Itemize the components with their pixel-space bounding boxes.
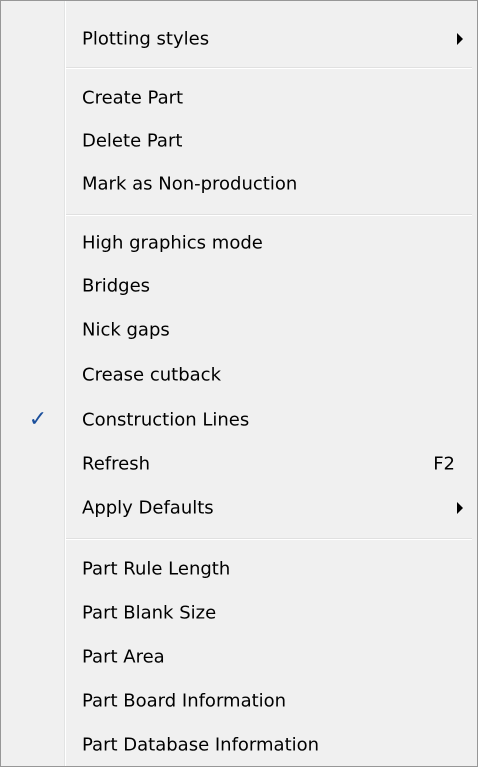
- menu-item-label: Create Part: [82, 87, 184, 109]
- menu-item-label: Part Blank Size: [82, 602, 217, 624]
- menu-item-label: Apply Defaults: [82, 497, 214, 519]
- menu-separator: [66, 67, 472, 69]
- menu-item-label: High graphics mode: [82, 232, 263, 254]
- menu-item-refresh[interactable]: Refresh F2: [3, 444, 475, 484]
- menu-item-part-database-information[interactable]: Part Database Information: [3, 725, 475, 765]
- menu-item-label: Part Database Information: [82, 734, 320, 756]
- submenu-arrow-icon: [457, 502, 463, 514]
- menu-item-plotting-styles[interactable]: Plotting styles: [3, 19, 475, 59]
- menu-separator: [66, 538, 472, 540]
- menu-item-construction-lines[interactable]: ✓ Construction Lines: [3, 400, 475, 440]
- menu-item-create-part[interactable]: Create Part: [3, 78, 475, 118]
- menu-item-delete-part[interactable]: Delete Part: [3, 121, 475, 161]
- menu-item-nick-gaps[interactable]: Nick gaps: [3, 310, 475, 350]
- menu-item-part-rule-length[interactable]: Part Rule Length: [3, 549, 475, 589]
- menu-item-label: Part Rule Length: [82, 558, 231, 580]
- check-icon: ✓: [28, 407, 48, 432]
- menu-item-label: Nick gaps: [82, 319, 170, 341]
- menu-item-label: Plotting styles: [82, 28, 210, 50]
- menu-item-mark-non-production[interactable]: Mark as Non-production: [3, 164, 475, 204]
- menu-item-part-board-information[interactable]: Part Board Information: [3, 681, 475, 721]
- menu-item-label: Bridges: [82, 275, 151, 297]
- menu-item-label: Part Board Information: [82, 690, 287, 712]
- menu-item-label: Part Area: [82, 646, 165, 668]
- menu-item-label: Construction Lines: [82, 409, 250, 431]
- menu-item-label: Refresh: [82, 453, 150, 475]
- menu-item-apply-defaults[interactable]: Apply Defaults: [3, 488, 475, 528]
- menu-separator: [66, 214, 472, 216]
- menu-item-label: Crease cutback: [82, 364, 221, 386]
- menu-item-bridges[interactable]: Bridges: [3, 266, 475, 306]
- shortcut-label: F2: [433, 453, 455, 475]
- context-menu: Plotting styles Create Part Delete Part …: [0, 0, 478, 767]
- menu-item-part-area[interactable]: Part Area: [3, 637, 475, 677]
- menu-item-label: Mark as Non-production: [82, 173, 298, 195]
- submenu-arrow-icon: [457, 33, 463, 45]
- menu-item-part-blank-size[interactable]: Part Blank Size: [3, 593, 475, 633]
- menu-item-high-graphics-mode[interactable]: High graphics mode: [3, 223, 475, 263]
- menu-item-crease-cutback[interactable]: Crease cutback: [3, 355, 475, 395]
- menu-item-label: Delete Part: [82, 130, 183, 152]
